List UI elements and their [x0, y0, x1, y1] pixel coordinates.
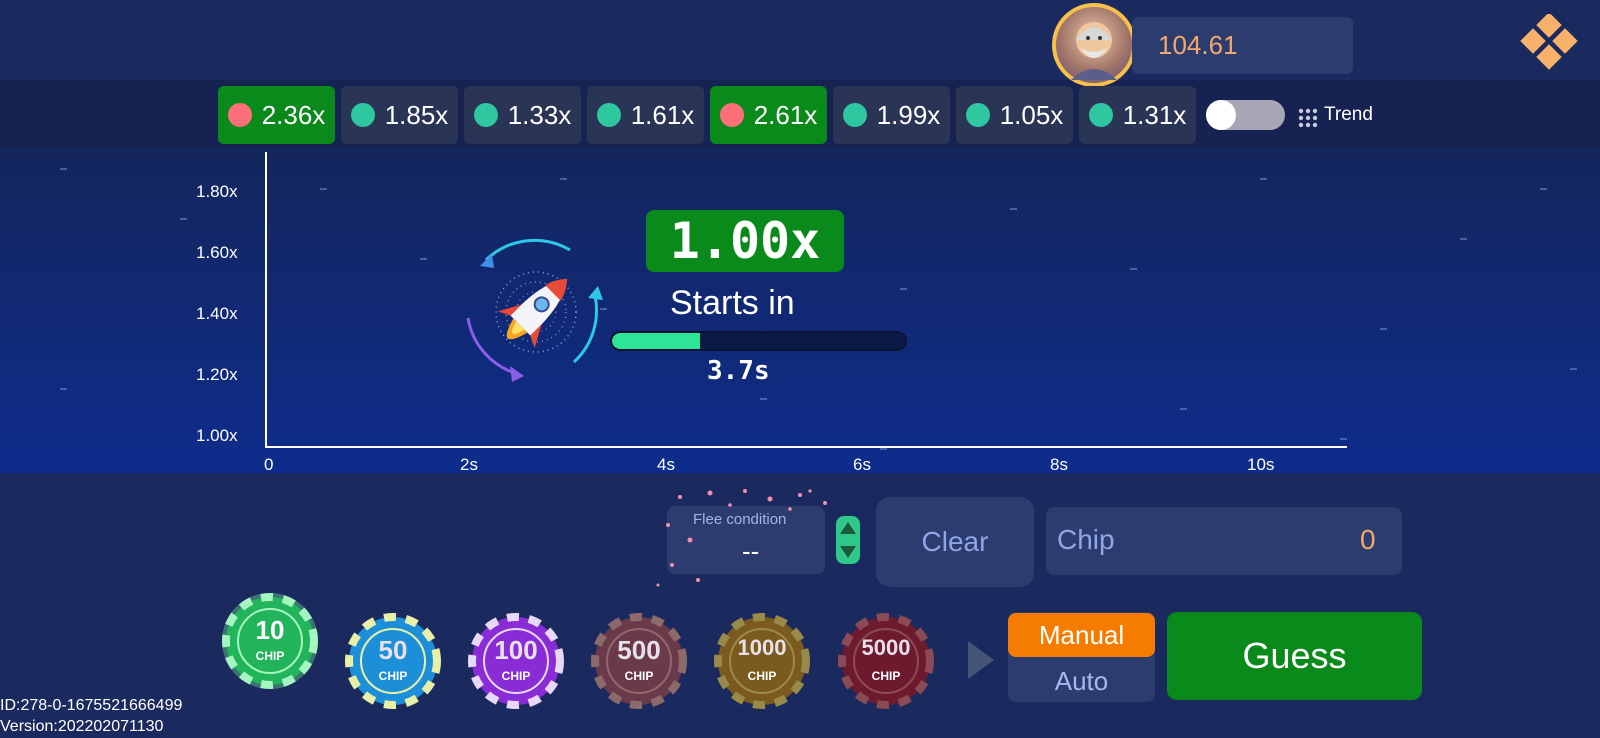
chip-word: CHIP — [747, 669, 777, 683]
chip-word: CHIP — [378, 669, 408, 683]
chip-word: CHIP — [871, 669, 901, 683]
y-tick-label: 1.00x — [196, 426, 238, 445]
player-avatar-icon[interactable] — [1052, 3, 1136, 87]
trend-toggle[interactable] — [1206, 100, 1285, 130]
countdown-timer: 3.7s — [707, 356, 770, 386]
balance-display: 104.61 — [1132, 17, 1353, 74]
chip-5000-button[interactable]: 5000 CHIP — [838, 613, 934, 709]
history-item: 1.99x — [833, 86, 950, 144]
history-value: 1.85x — [384, 99, 449, 130]
current-multiplier: 1.00x — [646, 210, 844, 272]
chip-10-button[interactable]: 10 CHIP — [222, 593, 318, 689]
result-dot-icon — [842, 103, 867, 127]
trend-label[interactable]: Trend — [1324, 104, 1373, 126]
result-dot-icon — [719, 103, 744, 127]
chip-word: CHIP — [501, 669, 531, 683]
sparkle-effect — [656, 489, 827, 587]
history-value: 2.61x — [753, 99, 818, 130]
history-item: 1.31x — [1079, 86, 1196, 144]
y-tick-label: 1.80x — [196, 182, 238, 201]
history-item: 1.85x — [341, 86, 458, 144]
chip-amount: 100 — [494, 635, 538, 665]
chip-word: CHIP — [624, 669, 654, 683]
history-value: 1.61x — [630, 99, 695, 130]
starts-in-label: Starts in — [670, 284, 795, 322]
chip-amount: 500 — [617, 635, 661, 665]
manual-mode-button[interactable]: Manual — [1008, 613, 1155, 657]
countdown-progress-fill — [612, 333, 700, 349]
chip-amount: 1000 — [737, 635, 787, 660]
history-item: 1.33x — [464, 86, 581, 144]
history-value: 1.31x — [1122, 99, 1187, 130]
result-dot-icon — [965, 103, 990, 127]
result-dot-icon — [473, 103, 498, 127]
history-value: 1.05x — [999, 99, 1064, 130]
chip-500-button[interactable]: 500 CHIP — [591, 613, 687, 709]
x-tick-label: 4s — [657, 455, 675, 474]
x-tick-label: 8s — [1050, 455, 1068, 474]
grid-dots-icon — [1298, 108, 1318, 132]
history-item: 1.05x — [956, 86, 1073, 144]
balance-value: 104.61 — [1158, 30, 1238, 60]
history-value: 2.36x — [261, 99, 326, 130]
top-bar — [0, 0, 1600, 80]
history-value: 1.33x — [507, 99, 572, 130]
history-item: 2.61x — [710, 86, 827, 144]
chip-1000-button[interactable]: 1000 CHIP — [714, 613, 810, 709]
x-tick-label: 6s — [853, 455, 871, 474]
history-item: 2.36x — [218, 86, 335, 144]
history-item: 1.61x — [587, 86, 704, 144]
result-dot-icon — [350, 103, 375, 127]
chip-value: 0 — [1360, 524, 1376, 555]
history-value: 1.99x — [876, 99, 941, 130]
version-label: Version:202202071130 — [0, 718, 164, 735]
chip-amount: 50 — [378, 635, 408, 665]
diamond-menu-icon[interactable] — [1516, 12, 1580, 78]
result-dot-icon — [227, 103, 252, 127]
result-dot-icon — [1088, 103, 1113, 127]
y-tick-label: 1.60x — [196, 243, 238, 262]
guess-button[interactable]: Guess — [1167, 612, 1422, 700]
clear-button[interactable]: Clear — [876, 497, 1034, 587]
auto-mode-button[interactable]: Auto — [1008, 660, 1155, 702]
chip-word: CHIP — [255, 649, 285, 663]
rocket-icon — [458, 238, 614, 386]
countdown-progress-bar — [610, 331, 907, 351]
chevron-right-icon[interactable] — [968, 641, 994, 679]
x-axis — [265, 446, 1347, 448]
x-tick-label: 0 — [264, 455, 274, 474]
chip-100-button[interactable]: 100 CHIP — [468, 613, 564, 709]
y-tick-label: 1.20x — [196, 365, 238, 384]
toggle-knob — [1206, 100, 1236, 130]
x-tick-label: 2s — [460, 455, 478, 474]
x-tick-label: 10s — [1247, 455, 1275, 474]
session-id: ID:278-0-1675521666499 — [0, 697, 183, 714]
result-dot-icon — [596, 103, 621, 127]
chip-amount: 10 — [255, 615, 285, 645]
chip-label: Chip — [1057, 524, 1115, 555]
y-tick-label: 1.40x — [196, 304, 238, 323]
chip-amount: 5000 — [861, 635, 911, 660]
chip-50-button[interactable]: 50 CHIP — [345, 613, 441, 709]
